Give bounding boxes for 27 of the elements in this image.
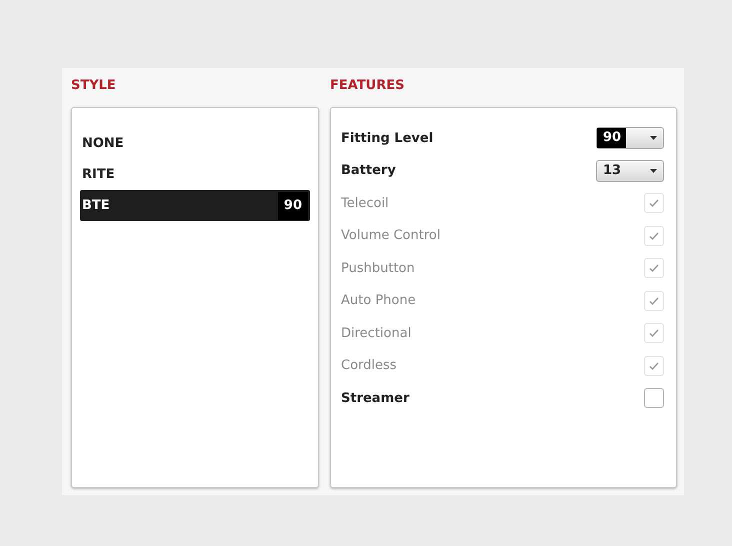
dropdown[interactable]: 90 — [596, 127, 664, 150]
caret-icon — [650, 136, 657, 140]
section-heading: FEATURES — [330, 77, 406, 95]
style-list-item[interactable]: BTE 90 — [80, 190, 310, 221]
style-label: BTE — [82, 198, 110, 213]
feature-label: Pushbutton — [341, 260, 415, 276]
checkmark-icon — [649, 296, 659, 305]
feature-label: Fitting Level — [341, 130, 434, 146]
section-heading: STYLE — [71, 77, 117, 95]
style-list-item[interactable]: RITE — [80, 159, 310, 190]
feature-label: Cordless — [341, 358, 397, 374]
checkbox[interactable] — [644, 388, 664, 408]
dropdown[interactable]: 13 — [596, 160, 664, 182]
feature-label: Streamer — [341, 390, 410, 406]
checkmark-icon — [649, 264, 659, 272]
checkmark-icon — [649, 232, 659, 240]
style-list-item[interactable]: NONE — [80, 128, 310, 159]
feature-label: Directional — [341, 326, 412, 341]
feature-label: Volume Control — [341, 228, 440, 244]
level-badge: 90 — [278, 192, 308, 220]
checkmark-icon — [649, 362, 659, 370]
caret-icon — [650, 168, 657, 173]
feature-label: Battery — [341, 163, 396, 178]
feature-label: Auto Phone — [341, 293, 416, 308]
feature-label: Telecoil — [341, 196, 389, 211]
checkmark-icon — [649, 199, 659, 208]
checkmark-icon — [649, 329, 659, 338]
